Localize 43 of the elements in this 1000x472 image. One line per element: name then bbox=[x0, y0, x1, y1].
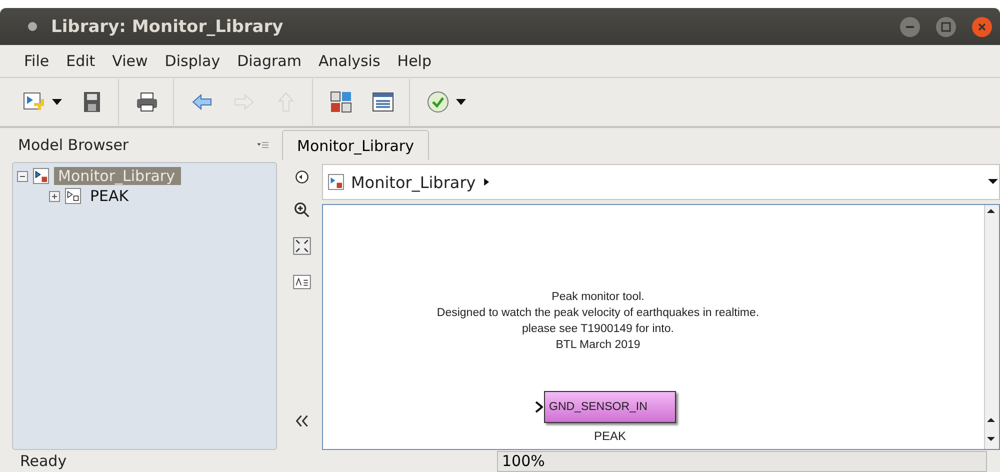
status-text: Ready bbox=[20, 452, 68, 470]
expand-icon[interactable] bbox=[49, 190, 60, 202]
block-name: PEAK bbox=[594, 429, 626, 443]
close-icon bbox=[978, 22, 986, 30]
back-circle-icon bbox=[295, 170, 309, 184]
breadcrumb-link[interactable]: Monitor_Library bbox=[351, 172, 476, 192]
library-model-icon bbox=[327, 173, 345, 191]
subsystem-icon bbox=[64, 187, 82, 205]
menu-item[interactable]: Analysis bbox=[318, 52, 380, 70]
collapse-icon[interactable] bbox=[17, 170, 28, 182]
port-label: GND_SENSOR_IN bbox=[548, 401, 648, 413]
dropdown-icon bbox=[52, 99, 62, 105]
panel-title: Model Browser bbox=[18, 136, 129, 154]
menu-item[interactable]: File bbox=[24, 52, 50, 70]
panel-menu-icon bbox=[255, 139, 271, 151]
subsystem-block[interactable]: GND_SENSOR_IN bbox=[544, 391, 676, 423]
annotation-text: Peak monitor tool. Designed to watch the peak velocity of earthquakes in realtime. please see T1900149 for into. BTL March 2019 bbox=[436, 290, 760, 353]
menu-item[interactable]: View bbox=[112, 52, 148, 70]
library-browser-icon bbox=[329, 90, 353, 114]
minimize-icon bbox=[906, 26, 914, 28]
dropdown-icon bbox=[456, 99, 466, 105]
maximize-icon bbox=[941, 22, 951, 32]
printer-icon bbox=[135, 90, 159, 114]
window-title: Library: Monitor_Library bbox=[51, 16, 284, 36]
zoom-level: 100% bbox=[497, 450, 987, 472]
library-model-icon bbox=[32, 167, 50, 185]
minimize-button[interactable] bbox=[900, 16, 920, 36]
menu-item[interactable]: Diagram bbox=[237, 52, 302, 70]
tab[interactable]: Monitor_Library bbox=[282, 130, 429, 160]
menu-item[interactable]: Display bbox=[164, 52, 220, 70]
model-explorer-icon bbox=[371, 90, 395, 114]
annotation-icon bbox=[292, 272, 312, 292]
zoom-icon bbox=[292, 200, 312, 220]
tree-item[interactable]: PEAK bbox=[86, 187, 135, 205]
close-button[interactable] bbox=[972, 16, 992, 36]
menu-item[interactable]: Help bbox=[397, 52, 432, 70]
check-icon bbox=[426, 90, 450, 114]
window-menu-icon[interactable] bbox=[28, 22, 37, 31]
input-port-icon bbox=[535, 401, 543, 413]
vertical-scrollbar[interactable] bbox=[984, 205, 999, 449]
maximize-button[interactable] bbox=[936, 16, 956, 36]
menu-item[interactable]: Edit bbox=[66, 52, 96, 70]
fit-view-icon bbox=[292, 236, 312, 256]
